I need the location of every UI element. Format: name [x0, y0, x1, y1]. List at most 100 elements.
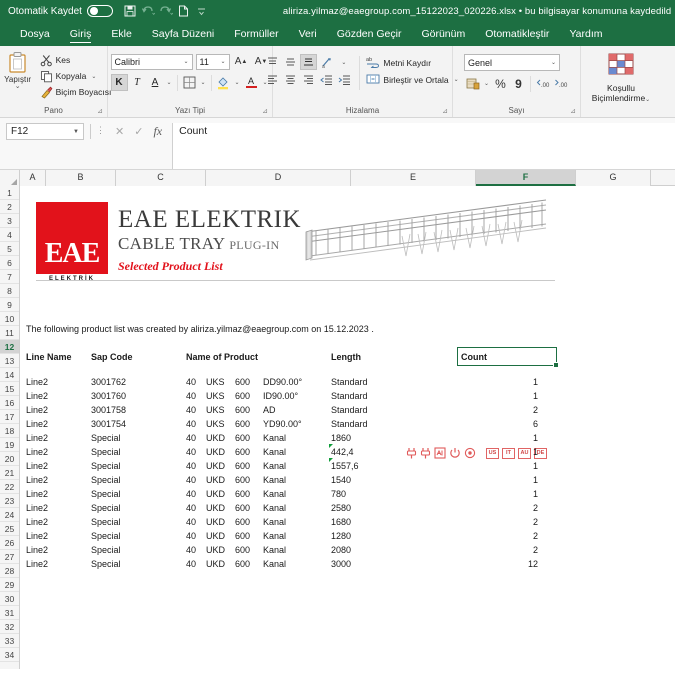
row-header-7[interactable]: 7 [0, 270, 19, 284]
column-header-a[interactable]: A [20, 170, 46, 186]
cell-length-24[interactable]: 1680 [331, 515, 351, 529]
cell-p3-16[interactable]: 600 [235, 403, 250, 417]
cell-length-21[interactable]: 1540 [331, 473, 351, 487]
row-header-20[interactable]: 20 [0, 452, 19, 466]
column-header-f[interactable]: F [476, 170, 576, 186]
row-header-33[interactable]: 33 [0, 634, 19, 648]
align-middle-button[interactable] [282, 54, 299, 70]
cell-count-26[interactable]: 2 [498, 543, 538, 557]
formula-input[interactable]: Count [172, 123, 675, 169]
borders-dropdown-icon[interactable]: ⌄ [199, 79, 208, 86]
tab-dosya[interactable]: Dosya [10, 22, 60, 46]
tab-otomatiklestir[interactable]: Otomatikleştir [475, 22, 559, 46]
orientation-button[interactable]: a [318, 54, 338, 70]
paste-dropdown-icon[interactable]: ⌄ [15, 83, 21, 90]
cell-p3-23[interactable]: 600 [235, 501, 250, 515]
cell-line-23[interactable]: Line2 [26, 501, 48, 515]
redo-icon[interactable] [157, 2, 175, 20]
cell-p4-16[interactable]: AD [263, 403, 276, 417]
decrease-decimal-button[interactable]: .00 [552, 75, 569, 92]
cell-sap-15[interactable]: 3001760 [91, 389, 126, 403]
cell-length-14[interactable]: Standard [331, 375, 368, 389]
cell-p2-26[interactable]: UKD [206, 543, 225, 557]
cut-button[interactable]: Kes [40, 52, 112, 68]
row-header-16[interactable]: 16 [0, 396, 19, 410]
comma-style-button[interactable]: 9 [510, 75, 527, 92]
merge-center-button[interactable]: Birleştir ve Ortala ⌄ [366, 71, 460, 88]
cell-sap-27[interactable]: Special [91, 557, 121, 571]
cell-p4-25[interactable]: Kanal [263, 529, 286, 543]
cell-sap-21[interactable]: Special [91, 473, 121, 487]
row-header-24[interactable]: 24 [0, 508, 19, 522]
fill-color-dropdown-icon[interactable]: ⌄ [233, 79, 242, 86]
row-header-6[interactable]: 6 [0, 256, 19, 270]
cell-p1-24[interactable]: 40 [186, 515, 196, 529]
cell-line-26[interactable]: Line2 [26, 543, 48, 557]
chevron-down-icon[interactable]: ▼ [73, 129, 79, 135]
cell-p4-14[interactable]: DD90.00° [263, 375, 302, 389]
cell-line-24[interactable]: Line2 [26, 515, 48, 529]
customize-qat-icon[interactable] [193, 2, 211, 20]
cell-p1-27[interactable]: 40 [186, 557, 196, 571]
alignment-dialog-launcher[interactable]: ⊿ [442, 107, 448, 115]
borders-button[interactable] [181, 74, 198, 91]
row-header-28[interactable]: 28 [0, 564, 19, 578]
tab-formuller[interactable]: Formüller [224, 22, 288, 46]
accounting-dropdown-icon[interactable]: ⌄ [482, 80, 491, 87]
italic-button[interactable]: T [129, 74, 146, 91]
row-header-11[interactable]: 11 [0, 326, 19, 340]
cell-p1-21[interactable]: 40 [186, 473, 196, 487]
cell-line-21[interactable]: Line2 [26, 473, 48, 487]
cell-count-19[interactable]: 1 [498, 445, 538, 459]
row-header-26[interactable]: 26 [0, 536, 19, 550]
row-header-19[interactable]: 19 [0, 438, 19, 452]
align-left-button[interactable] [264, 72, 281, 88]
cell-length-23[interactable]: 2580 [331, 501, 351, 515]
cell-line-15[interactable]: Line2 [26, 389, 48, 403]
underline-dropdown-icon[interactable]: ⌄ [165, 79, 174, 86]
row-header-32[interactable]: 32 [0, 620, 19, 634]
cell-sap-18[interactable]: Special [91, 431, 121, 445]
cell-sap-25[interactable]: Special [91, 529, 121, 543]
row-header-31[interactable]: 31 [0, 606, 19, 620]
copy-dropdown-icon[interactable]: ⌄ [89, 73, 98, 80]
cell-count-25[interactable]: 2 [498, 529, 538, 543]
cell-p2-20[interactable]: UKD [206, 459, 225, 473]
cell-p1-23[interactable]: 40 [186, 501, 196, 515]
cell-length-22[interactable]: 780 [331, 487, 346, 501]
cell-line-16[interactable]: Line2 [26, 403, 48, 417]
cell-p4-15[interactable]: ID90.00° [263, 389, 298, 403]
orientation-dropdown-icon[interactable]: ⌄ [339, 59, 348, 66]
align-center-button[interactable] [282, 72, 299, 88]
cell-sap-23[interactable]: Special [91, 501, 121, 515]
save-icon[interactable] [121, 2, 139, 20]
column-header-e[interactable]: E [351, 170, 476, 186]
undo-icon[interactable] [139, 2, 157, 20]
cell-length-15[interactable]: Standard [331, 389, 368, 403]
insert-function-icon[interactable]: fx [153, 124, 162, 139]
tab-gorunum[interactable]: Görünüm [411, 22, 475, 46]
cell-p3-14[interactable]: 600 [235, 375, 250, 389]
cell-length-26[interactable]: 2080 [331, 543, 351, 557]
column-header-b[interactable]: B [46, 170, 116, 186]
row-header-3[interactable]: 3 [0, 214, 19, 228]
row-header-18[interactable]: 18 [0, 424, 19, 438]
row-header-34[interactable]: 34 [0, 648, 19, 662]
decrease-indent-button[interactable] [318, 72, 335, 88]
cell-p4-18[interactable]: Kanal [263, 431, 286, 445]
cell-p4-20[interactable]: Kanal [263, 459, 286, 473]
percent-style-button[interactable]: % [492, 75, 509, 92]
cell-length-25[interactable]: 1280 [331, 529, 351, 543]
cell-sap-17[interactable]: 3001754 [91, 417, 126, 431]
cell-length-17[interactable]: Standard [331, 417, 368, 431]
column-header-d[interactable]: D [206, 170, 351, 186]
clipboard-dialog-launcher[interactable]: ⊿ [97, 107, 103, 115]
cell-p3-21[interactable]: 600 [235, 473, 250, 487]
cell-sap-19[interactable]: Special [91, 445, 121, 459]
cell-count-24[interactable]: 2 [498, 515, 538, 529]
select-all-button[interactable] [0, 170, 20, 186]
cell-p3-25[interactable]: 600 [235, 529, 250, 543]
row-header-8[interactable]: 8 [0, 284, 19, 298]
row-header-15[interactable]: 15 [0, 382, 19, 396]
row-header-30[interactable]: 30 [0, 592, 19, 606]
